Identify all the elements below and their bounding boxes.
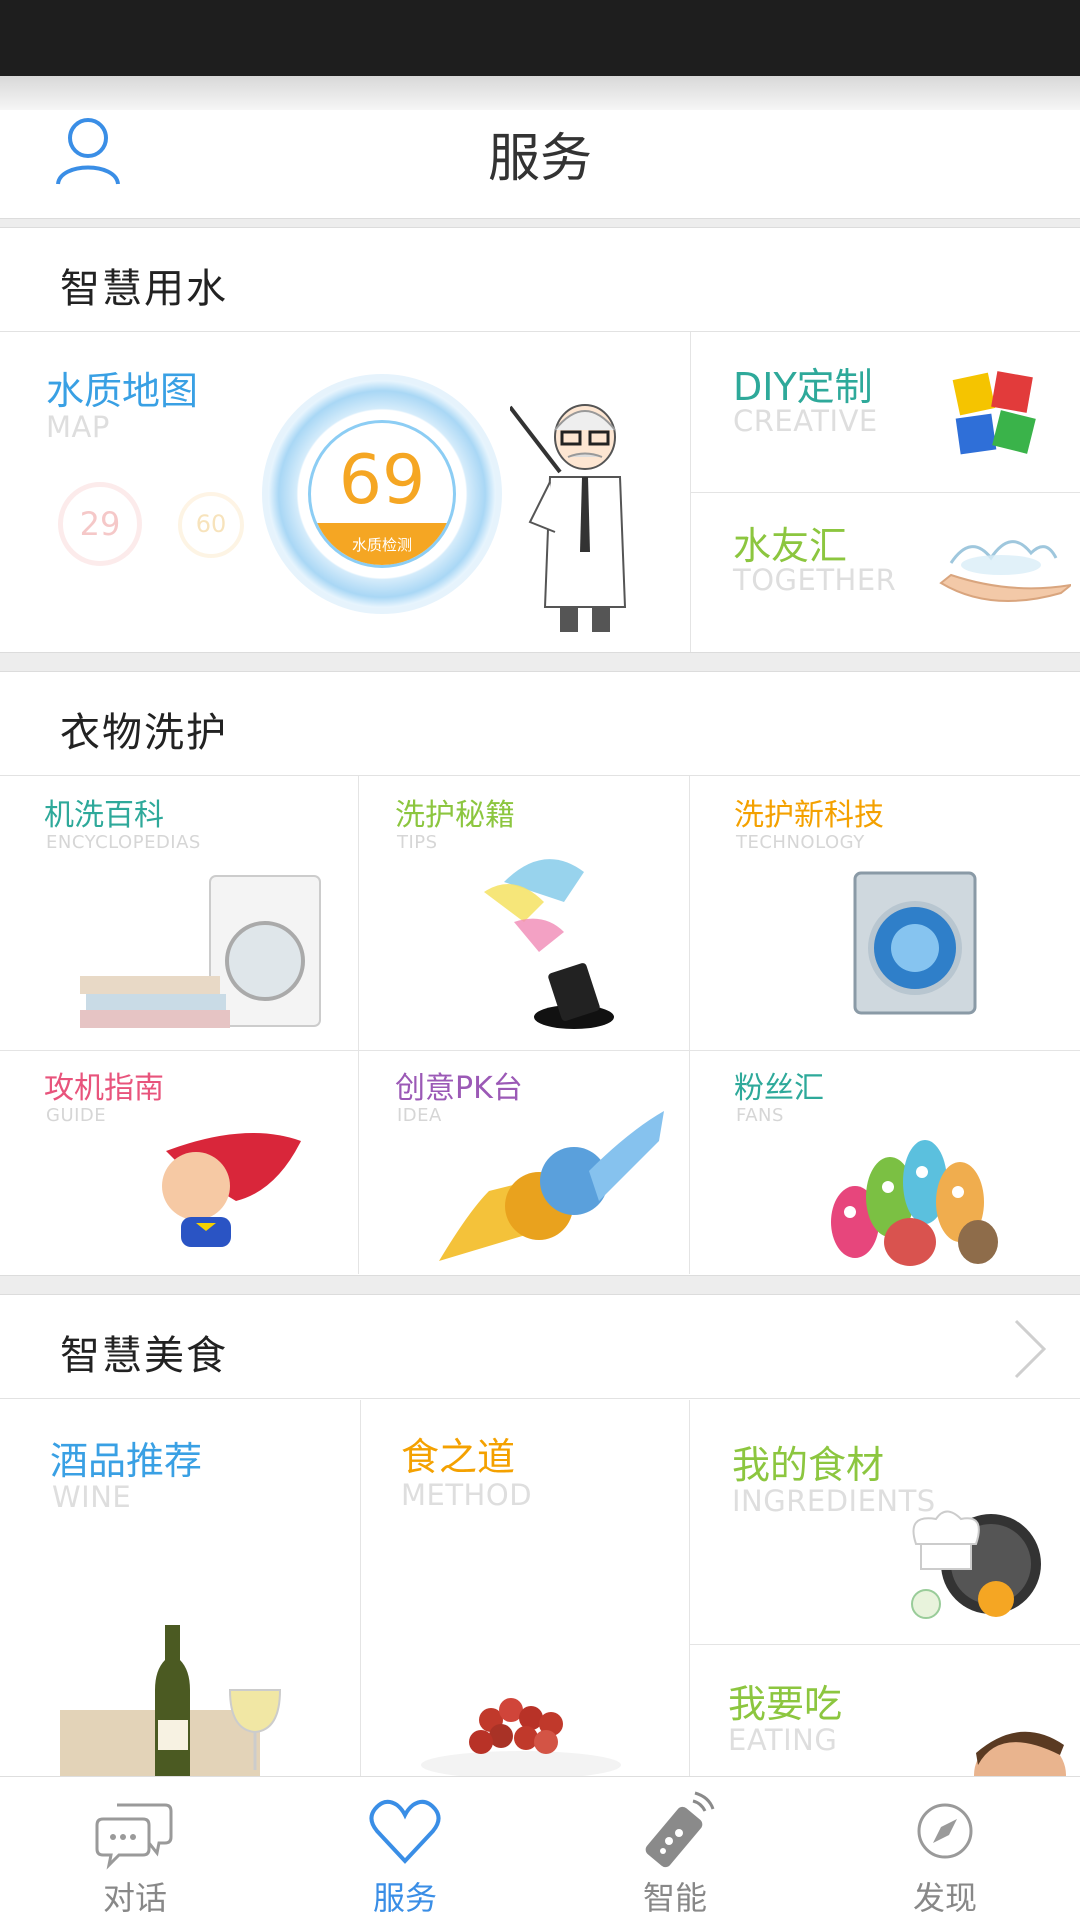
divider xyxy=(0,218,1080,228)
tile-title: 机洗百科 xyxy=(44,798,164,833)
food-ingredients-tile[interactable]: 我的食材 INGREDIENTS xyxy=(690,1400,1080,1644)
together-tile[interactable]: 水友汇 TOGETHER xyxy=(691,493,1080,652)
laundry-fans-tile[interactable]: 粉丝汇 FANS xyxy=(690,1051,1080,1275)
tile-title: 攻机指南 xyxy=(44,1071,164,1106)
tile-subtitle: WINE xyxy=(52,1480,132,1514)
tile-title: 酒品推荐 xyxy=(50,1439,203,1483)
tab-label: 服务 xyxy=(372,1879,437,1917)
tab-discover[interactable]: 发现 xyxy=(810,1777,1080,1920)
chef-pan-icon xyxy=(911,1510,1041,1619)
tile-subtitle: TECHNOLOGY xyxy=(736,832,865,853)
tile-title: 粉丝汇 xyxy=(734,1071,824,1106)
bottom-tab-bar: 对话 服务 智能 发现 xyxy=(0,1776,1080,1920)
tile-title: 食之道 xyxy=(401,1435,516,1479)
tab-chat[interactable]: 对话 xyxy=(0,1777,270,1920)
divider xyxy=(0,652,1080,672)
tab-label: 对话 xyxy=(102,1879,167,1917)
gauge-label: 水质检测 xyxy=(351,536,412,554)
food-plate-icon xyxy=(421,1698,621,1776)
laundry-idea-tile[interactable]: 创意PK台 IDEA xyxy=(359,1051,689,1275)
small-gauge-value: 29 xyxy=(79,505,121,543)
tech-washer-icon xyxy=(853,871,977,1015)
small-gauge-left: 29 xyxy=(58,482,142,566)
section-title: 智慧用水 xyxy=(60,266,228,312)
water-quality-gauge: 69 水质检测 xyxy=(262,374,502,614)
tile-title: DIY定制 xyxy=(733,365,873,409)
compass-icon xyxy=(917,1803,973,1859)
heart-icon xyxy=(369,1799,441,1864)
laundry-guide-tile[interactable]: 攻机指南 GUIDE xyxy=(0,1051,358,1275)
puzzle-icon xyxy=(952,371,1036,455)
wine-bottle-icon xyxy=(60,1625,282,1776)
diy-tile[interactable]: DIY定制 CREATIVE xyxy=(691,332,1080,491)
laundry-tips-tile[interactable]: 洗护秘籍 TIPS xyxy=(359,776,689,1050)
monsters-icon xyxy=(831,1140,998,1266)
chevron-right-icon[interactable] xyxy=(1008,1317,1048,1381)
water-hand-icon xyxy=(939,540,1071,602)
status-bar xyxy=(0,0,1080,76)
status-bar-shadow xyxy=(0,76,1080,110)
food-eating-tile[interactable]: 我要吃 EATING xyxy=(690,1645,1080,1776)
tile-subtitle: FANS xyxy=(736,1105,784,1126)
page-title: 服务 xyxy=(487,129,592,189)
washing-machine-icon xyxy=(80,875,321,1028)
fists-icon xyxy=(439,1111,664,1261)
tab-smart[interactable]: 智能 xyxy=(540,1777,810,1920)
tile-title: 我的食材 xyxy=(732,1443,885,1487)
tile-subtitle: TIPS xyxy=(397,832,438,853)
laundry-technology-tile[interactable]: 洗护新科技 TECHNOLOGY xyxy=(690,776,1080,1050)
chat-icon xyxy=(95,1803,173,1870)
remote-icon xyxy=(645,1791,715,1868)
small-gauge-value: 60 xyxy=(195,510,227,538)
tab-services[interactable]: 服务 xyxy=(270,1777,540,1920)
small-gauge-right: 60 xyxy=(178,492,244,558)
food-method-tile[interactable]: 食之道 METHOD xyxy=(361,1400,689,1776)
magic-hat-icon xyxy=(484,859,614,1029)
section-title: 衣物洗护 xyxy=(60,710,228,756)
tile-title: 洗护新科技 xyxy=(734,798,884,833)
tab-label: 发现 xyxy=(912,1879,977,1917)
section-header-water: 智慧用水 xyxy=(0,228,1080,332)
section-header-food[interactable]: 智慧美食 xyxy=(0,1295,1080,1399)
tile-subtitle: METHOD xyxy=(401,1478,533,1512)
gauge-score: 69 xyxy=(338,441,426,520)
section-header-laundry: 衣物洗护 xyxy=(0,672,1080,776)
tile-subtitle: TOGETHER xyxy=(733,563,897,597)
divider xyxy=(0,1275,1080,1295)
app-header: 服务 xyxy=(0,110,1080,220)
tile-title: 水质地图 xyxy=(46,369,199,413)
tile-subtitle: CREATIVE xyxy=(733,404,878,438)
water-map-tile[interactable]: 水质地图 MAP 29 60 69 水质检测 xyxy=(0,332,690,652)
tile-title: 洗护秘籍 xyxy=(395,798,515,833)
superhero-baby-icon xyxy=(162,1133,301,1247)
tile-subtitle: EATING xyxy=(728,1723,838,1757)
eating-face-icon xyxy=(974,1731,1066,1776)
food-wine-tile[interactable]: 酒品推荐 WINE xyxy=(0,1400,360,1776)
gauge-inner: 69 水质检测 xyxy=(308,420,456,568)
tile-subtitle: ENCYCLOPEDIAS xyxy=(46,832,201,853)
doctor-mascot-icon xyxy=(510,404,627,632)
tile-subtitle: GUIDE xyxy=(46,1105,107,1126)
tile-subtitle: MAP xyxy=(46,410,110,444)
laundry-encyclopedias-tile[interactable]: 机洗百科 ENCYCLOPEDIAS xyxy=(0,776,358,1050)
tab-label: 智能 xyxy=(642,1879,707,1917)
tile-title: 水友汇 xyxy=(733,524,848,568)
section-title: 智慧美食 xyxy=(60,1333,228,1379)
tile-title: 我要吃 xyxy=(728,1682,843,1726)
